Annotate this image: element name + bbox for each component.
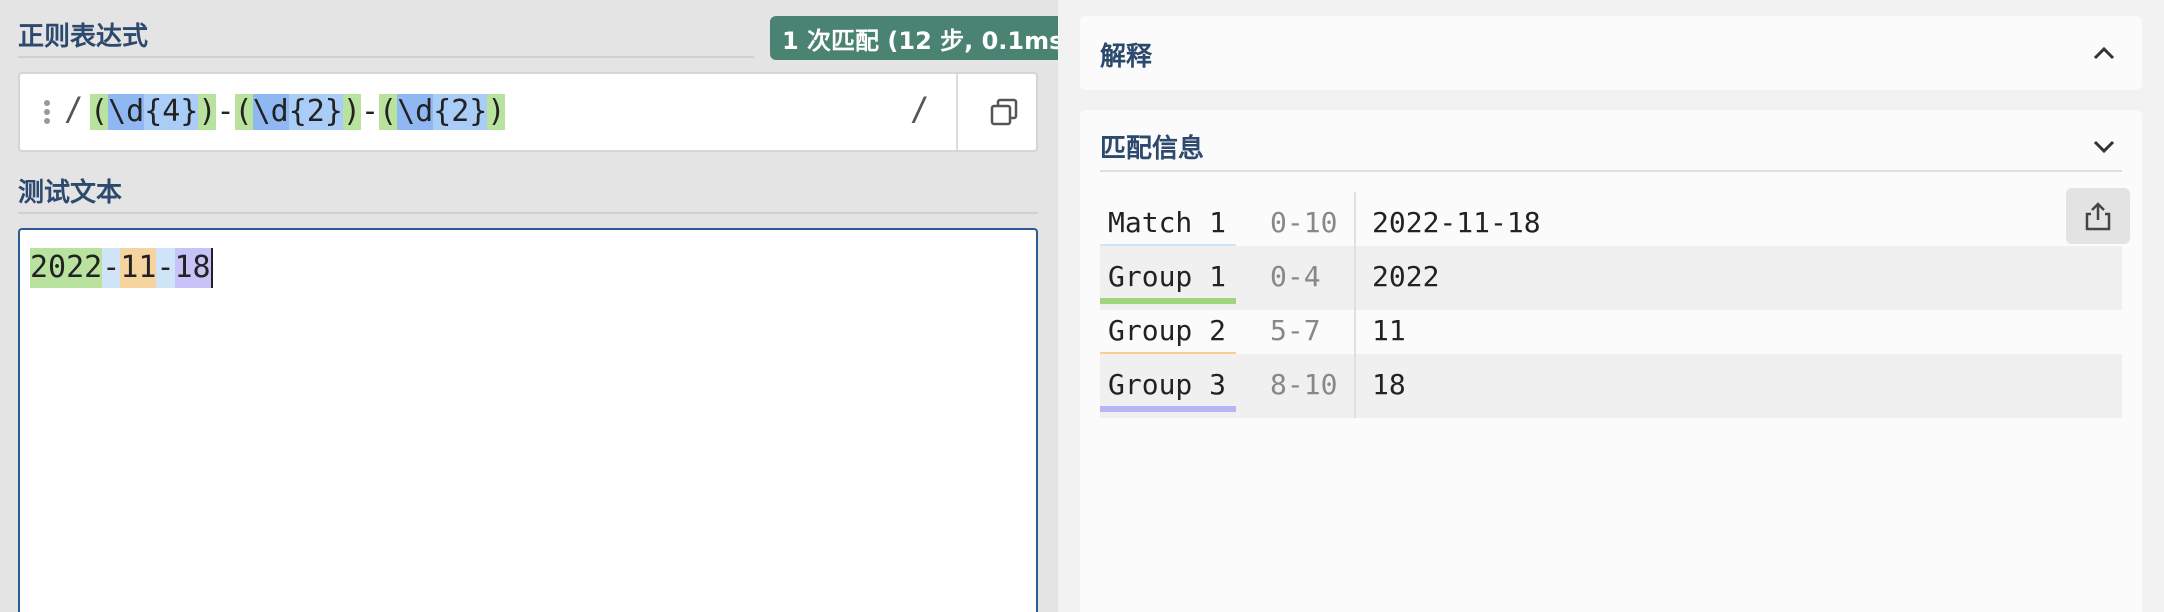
match-info-range: 0-4 bbox=[1270, 260, 1321, 293]
drag-handle-icon[interactable] bbox=[44, 100, 52, 126]
divider bbox=[1100, 170, 2122, 172]
regex-flags-delimiter[interactable]: / bbox=[910, 90, 929, 128]
regex-section-title: 正则表达式 bbox=[18, 22, 149, 52]
divider bbox=[18, 212, 1038, 214]
regex-token: - bbox=[216, 94, 235, 129]
regex-token: ( bbox=[234, 94, 253, 130]
regex-token: ( bbox=[379, 94, 398, 130]
match-info-title[interactable]: 匹配信息 bbox=[1100, 128, 1204, 165]
test-string-segment: 11 bbox=[120, 248, 157, 288]
results-pane: 解释 匹配信息 Match 1 0-10 2022-11-18 Group 1 0-4 2… bbox=[1058, 0, 2164, 612]
explanation-panel: 解释 bbox=[1080, 16, 2142, 90]
expand-button[interactable] bbox=[2090, 132, 2118, 160]
regex-input-box[interactable]: / (\d {4}) -(\d {2}) -(\d {2}) / bbox=[18, 72, 1038, 152]
match-info-range: 0-10 bbox=[1270, 206, 1338, 239]
regex-token: ( bbox=[90, 94, 109, 130]
regex-token: {4} bbox=[144, 94, 199, 130]
regex-expression[interactable]: (\d {4}) -(\d {2}) -(\d {2}) bbox=[90, 94, 506, 130]
regex-token: \d bbox=[397, 94, 434, 130]
copy-icon bbox=[990, 98, 1018, 126]
test-string-text[interactable]: 2022-11-18 bbox=[30, 248, 213, 288]
test-string-segment: - bbox=[102, 248, 121, 288]
match-info-label: Group 2 bbox=[1108, 314, 1227, 347]
test-string-segment: 2022 bbox=[30, 248, 103, 288]
regex-editor-pane: 正则表达式 1 次匹配 (12 步, 0.1ms) / (\d {4}) -(\d{… bbox=[0, 0, 1087, 612]
chevron-down-icon bbox=[2093, 140, 2115, 154]
regex-delimiter-open: / bbox=[64, 90, 84, 128]
regex-token: - bbox=[360, 94, 379, 129]
match-info-value: 2022 bbox=[1372, 260, 1440, 293]
test-string-segment: 18 bbox=[174, 248, 211, 288]
match-info-label: Group 1 bbox=[1108, 260, 1227, 293]
test-string-section-title: 测试文本 bbox=[18, 178, 123, 208]
match-info-label: Match 1 bbox=[1108, 206, 1227, 239]
match-info-range: 5-7 bbox=[1270, 314, 1321, 347]
match-info-value: 18 bbox=[1372, 368, 1406, 401]
regex-token: \d bbox=[252, 94, 289, 130]
divider bbox=[18, 56, 754, 58]
regex-token: {2} bbox=[288, 94, 343, 130]
collapse-button[interactable] bbox=[2090, 40, 2118, 68]
text-caret bbox=[210, 248, 213, 288]
chevron-up-icon bbox=[2093, 46, 2115, 60]
regex-token: ) bbox=[487, 94, 506, 130]
test-string-segment: - bbox=[156, 248, 175, 288]
match-info-value: 11 bbox=[1372, 314, 1406, 347]
test-string-editor[interactable]: 2022-11-18 bbox=[18, 228, 1038, 612]
group-color-indicator bbox=[1100, 406, 1236, 412]
divider bbox=[956, 74, 958, 150]
match-info-panel: 匹配信息 Match 1 0-10 2022-11-18 Group 1 0-4 2022… bbox=[1080, 110, 2142, 612]
regex-token: ) bbox=[198, 94, 217, 130]
match-info-row[interactable]: Group 3 8-10 18 bbox=[1100, 354, 2122, 418]
match-count-badge: 1 次匹配 (12 步, 0.1ms) bbox=[770, 16, 1087, 60]
match-info-label: Group 3 bbox=[1108, 368, 1227, 401]
match-info-value: 2022-11-18 bbox=[1372, 206, 1541, 239]
regex-token: ) bbox=[342, 94, 361, 130]
regex-token: \d bbox=[108, 94, 145, 130]
divider bbox=[1354, 354, 1356, 418]
regex-token: {2} bbox=[433, 94, 488, 130]
copy-button[interactable] bbox=[988, 96, 1020, 128]
match-info-range: 8-10 bbox=[1270, 368, 1338, 401]
explanation-title[interactable]: 解释 bbox=[1100, 36, 1152, 73]
